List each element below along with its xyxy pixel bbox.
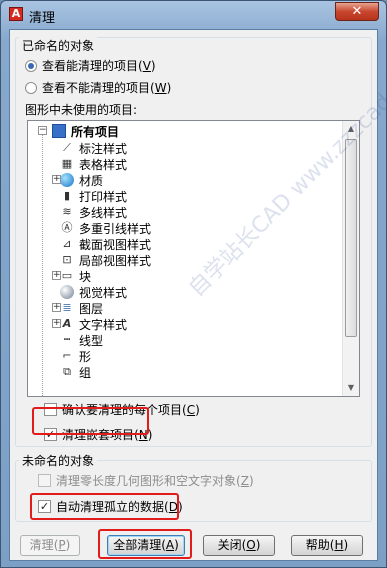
tree-root-label: 所有项目 xyxy=(71,124,120,139)
autocad-app-icon: A xyxy=(9,7,23,21)
title-bar[interactable]: A 清理 ✕ xyxy=(1,1,386,29)
tree-item-label: 多重引线样式 xyxy=(79,221,152,236)
tree-item-label: 标注样式 xyxy=(79,141,128,156)
view-purgeable-key: V xyxy=(142,58,151,73)
multiline-style-icon: ≋ xyxy=(62,205,72,218)
tree-item-label: 表格样式 xyxy=(79,157,128,172)
purge-button[interactable]: 清理(P) xyxy=(20,535,80,556)
tree-item[interactable]: + A 文字样式 xyxy=(28,316,127,332)
help-button-label: 帮助 xyxy=(305,538,330,552)
unnamed-objects-group-label: 未命名的对象 xyxy=(19,452,98,469)
view-nonpurgeable-radio[interactable]: 查看不能清理的项目(W) xyxy=(25,79,171,96)
checkbox-disabled xyxy=(38,474,51,487)
view-purgeable-radio[interactable]: 查看能清理的项目(V) xyxy=(25,57,156,74)
collapse-icon[interactable]: − xyxy=(38,126,47,135)
tree-item-label: 打印样式 xyxy=(79,189,128,204)
dialog-client-area: 已命名的对象 查看能清理的项目(V) 查看不能清理的项目(W) 图形中未使用的项… xyxy=(9,29,387,561)
help-button-key: H xyxy=(334,538,344,552)
purge-zero-length-key: Z xyxy=(240,473,249,488)
tree-item-label: 图层 xyxy=(79,301,104,316)
tree-item-label: 局部视图样式 xyxy=(79,253,152,268)
tree-item[interactable]: + 材质 xyxy=(28,172,103,188)
tree-item[interactable]: ┅ 线型 xyxy=(28,332,103,348)
section-view-style-icon: ⊿ xyxy=(62,237,72,250)
view-nonpurgeable-label: 查看不能清理的项目 xyxy=(42,81,151,95)
dimension-style-icon: ⟋ xyxy=(63,141,71,154)
tree-item[interactable]: ⟋ 标注样式 xyxy=(28,140,127,156)
scroll-down-arrow-icon[interactable]: ▼ xyxy=(343,380,359,396)
detail-view-style-icon: ⊡ xyxy=(62,253,72,266)
tree-item-label: 组 xyxy=(79,365,92,380)
scroll-up-arrow-icon[interactable]: ▲ xyxy=(343,121,359,137)
purge-button-key: P xyxy=(58,538,66,552)
view-purgeable-label: 查看能清理的项目 xyxy=(42,59,139,73)
confirm-each-item-key: C xyxy=(186,402,196,417)
purge-dialog: A 清理 ✕ 已命名的对象 查看能清理的项目(V) 查看不能清理的项目(W) 图… xyxy=(0,0,387,568)
close-button-label: 关闭 xyxy=(217,538,242,552)
tree-item-label: 形 xyxy=(79,349,92,364)
tree-item-label: 多线样式 xyxy=(79,205,128,220)
purge-zero-length-label: 清理零长度几何图形和空文字对象 xyxy=(56,474,237,488)
expand-icon[interactable]: + xyxy=(52,303,61,312)
tree-vertical-scrollbar[interactable]: ▲ ▼ xyxy=(342,121,359,396)
tree-item-label: 材质 xyxy=(79,173,104,188)
tree-item-label: 视觉样式 xyxy=(79,285,128,300)
highlight-purge-nested xyxy=(32,407,149,435)
close-button-key: O xyxy=(246,538,256,552)
named-objects-group: 已命名的对象 查看能清理的项目(V) 查看不能清理的项目(W) 图形中未使用的项… xyxy=(15,37,372,447)
close-window-button[interactable]: ✕ xyxy=(335,2,379,21)
linetype-icon: ┅ xyxy=(63,333,71,346)
radio-button-selected[interactable] xyxy=(25,59,37,72)
close-button[interactable]: 关闭(O) xyxy=(203,535,275,556)
visual-style-icon xyxy=(60,285,74,299)
drawing-file-icon xyxy=(52,124,66,138)
named-objects-group-label: 已命名的对象 xyxy=(19,37,98,54)
window-title: 清理 xyxy=(29,11,56,26)
tree-item[interactable]: ≋ 多线样式 xyxy=(28,204,127,220)
view-nonpurgeable-key: W xyxy=(154,80,167,95)
tree-item-label: 截面视图样式 xyxy=(79,237,152,252)
tree-item-label: 线型 xyxy=(79,333,104,348)
table-style-icon: ▦ xyxy=(61,157,73,170)
layer-icon: ≣ xyxy=(62,301,72,314)
highlight-purge-all xyxy=(98,529,192,559)
tree-item[interactable]: Ⓐ 多重引线样式 xyxy=(28,220,152,236)
text-style-icon: A xyxy=(62,317,72,330)
tree-item-label: 块 xyxy=(79,269,92,284)
tree-item[interactable]: ⧉ 组 xyxy=(28,364,91,380)
expand-icon[interactable]: + xyxy=(52,175,61,184)
tree-item-label: 文字样式 xyxy=(79,317,128,332)
tree-item[interactable]: + ▭ 块 xyxy=(28,268,91,284)
expand-icon[interactable]: + xyxy=(52,319,61,328)
unused-items-tree[interactable]: − 所有项目 ⟋ 标注样式 ▦ 表格样式 + 材质 ▮ 打印样式 ≋ 多线样式 … xyxy=(27,120,360,397)
plot-style-icon: ▮ xyxy=(63,189,71,202)
tree-item[interactable]: + ≣ 图层 xyxy=(28,300,103,316)
shape-icon: ⌐ xyxy=(62,349,72,362)
group-icon: ⧉ xyxy=(63,365,71,378)
unused-items-label: 图形中未使用的项目: xyxy=(25,103,138,117)
tree-item[interactable]: ⊿ 截面视图样式 xyxy=(28,236,151,252)
material-icon xyxy=(60,173,74,187)
help-button[interactable]: 帮助(H) xyxy=(291,535,363,556)
scrollbar-thumb[interactable] xyxy=(345,139,357,337)
highlight-auto-purge xyxy=(30,493,179,520)
tree-item[interactable]: 视觉样式 xyxy=(28,284,127,300)
tree-item[interactable]: ⌐ 形 xyxy=(28,348,91,364)
tree-item[interactable]: ▮ 打印样式 xyxy=(28,188,127,204)
tree-item[interactable]: ▦ 表格样式 xyxy=(28,156,127,172)
purge-button-label: 清理 xyxy=(29,538,54,552)
block-icon: ▭ xyxy=(61,269,73,282)
tree-item-all-items[interactable]: − 所有项目 xyxy=(28,123,119,139)
tree-item[interactable]: ⊡ 局部视图样式 xyxy=(28,252,151,268)
multileader-style-icon: Ⓐ xyxy=(61,221,73,234)
radio-button-unselected[interactable] xyxy=(25,81,37,94)
expand-icon[interactable]: + xyxy=(52,271,61,280)
purge-zero-length-checkbox[interactable]: 清理零长度几何图形和空文字对象(Z) xyxy=(38,472,254,489)
